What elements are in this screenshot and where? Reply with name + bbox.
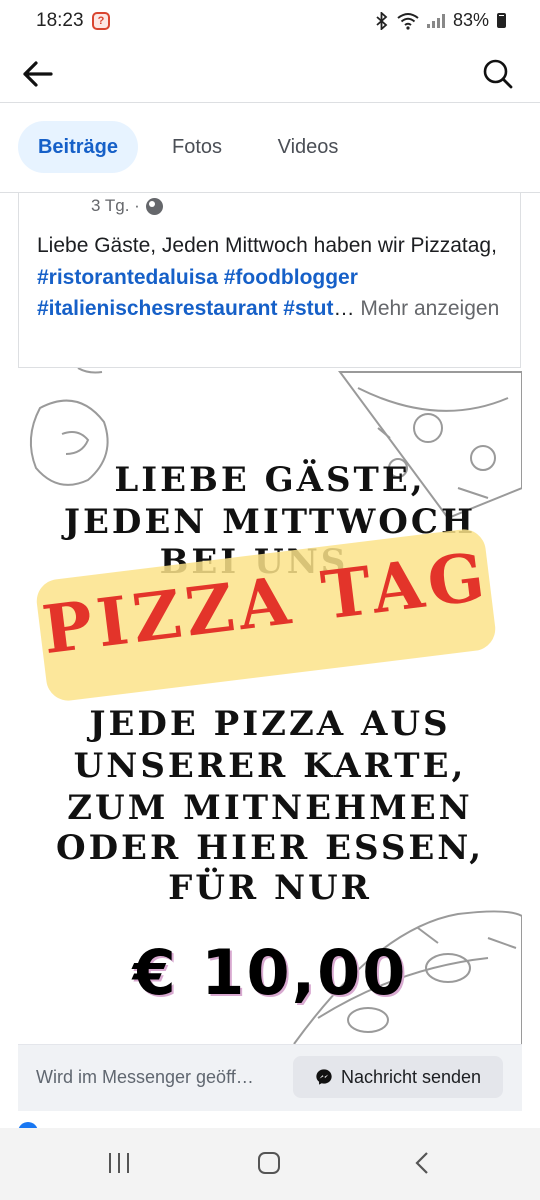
notification-icon: ? [92,12,110,30]
system-navigation-bar [0,1128,540,1200]
send-message-button[interactable]: Nachricht senden [293,1056,503,1098]
poster-price: € 10,00 [132,936,408,1009]
hashtag-link[interactable]: #ristorantedaluisa [37,266,218,289]
messenger-bar: Wird im Messenger geöff… Nachricht sende… [18,1044,522,1111]
tab-beitraege[interactable]: Beiträge [18,121,138,173]
back-arrow-icon [23,61,53,87]
status-time: 18:23 [36,10,84,31]
post-body: Liebe Gäste, Jeden Mittwoch haben wir Pi… [37,234,497,257]
globe-icon [145,197,163,215]
poster-line: ZUM MITNEHMEN [67,788,473,828]
tab-bar: Beiträge Fotos Videos [0,103,540,193]
poster-line: JEDE PIZZA AUS [89,704,451,744]
back-button[interactable] [18,54,58,94]
post-card: 3 Tg. · Liebe Gäste, Jeden Mittwoch habe… [18,192,521,368]
see-more-link[interactable]: Mehr anzeigen [360,297,499,320]
search-button[interactable] [478,54,518,94]
messenger-hint: Wird im Messenger geöff… [36,1067,254,1087]
status-bar: 18:23 ? 83% [0,0,540,46]
post-meta: 3 Tg. · [91,196,163,216]
tab-fotos[interactable]: Fotos [154,121,240,173]
home-icon[interactable] [256,1150,282,1176]
post-image[interactable]: LIEBE GÄSTE, JEDEN MITTWOCH BEI UNS PIZZ… [18,368,522,1044]
poster-line: ODER HIER ESSEN, [55,828,485,868]
messenger-icon [316,1069,332,1085]
signal-icon [426,13,445,28]
status-icons: 83% [375,10,506,31]
tab-videos[interactable]: Videos [262,121,354,173]
hashtag-link[interactable]: #foodblogger [224,266,358,289]
top-nav [0,46,540,103]
search-icon [483,59,513,89]
bluetooth-icon [376,11,388,30]
reactions-strip [18,1110,522,1128]
send-message-label: Nachricht senden [340,1066,482,1087]
battery-icon [497,13,506,28]
post-text: Liebe Gäste, Jeden Mittwoch haben wir Pi… [37,230,512,325]
poster-line: LIEBE GÄSTE, [114,460,426,500]
recent-apps-icon[interactable] [106,1150,132,1176]
hashtag-link[interactable]: #italienischesrestaurant [37,297,277,320]
post-time: 3 Tg. · [91,196,140,215]
battery-percent: 83% [452,10,489,30]
ellipsis: … [333,297,355,320]
back-icon[interactable] [410,1150,436,1176]
hashtag-link[interactable]: #stut [283,297,333,320]
poster-line: FÜR NUR [168,868,372,908]
poster-line: UNSERER KARTE, [73,746,467,786]
wifi-icon [397,12,419,30]
